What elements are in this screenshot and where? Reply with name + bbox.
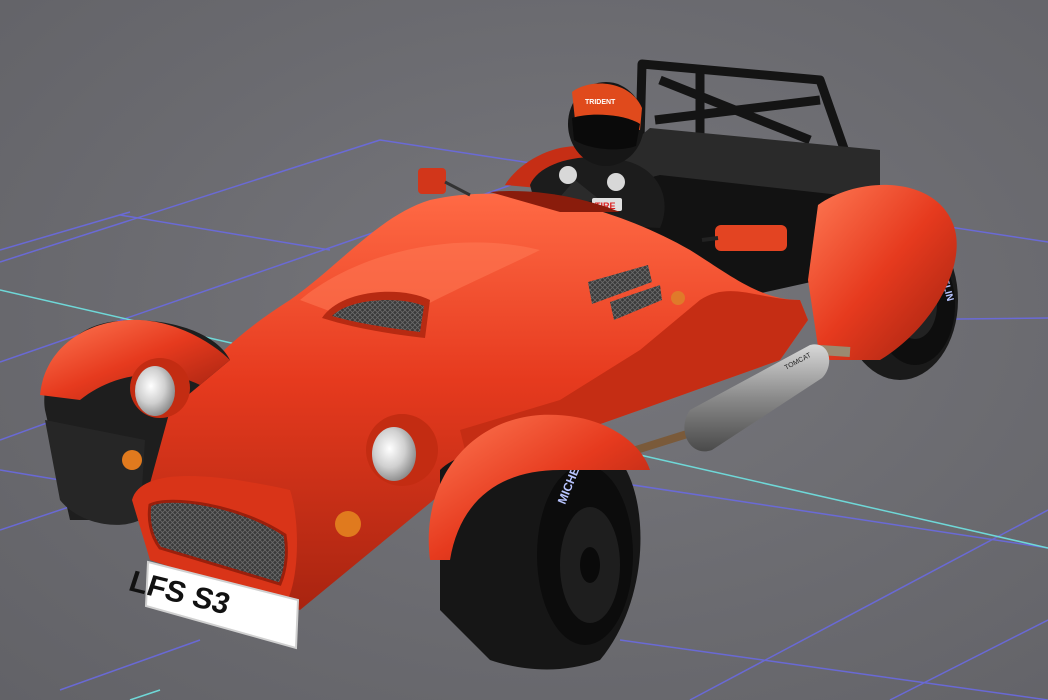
left-headlamp [130, 358, 190, 418]
right-headlamp [366, 414, 438, 486]
right-indicator [335, 511, 361, 537]
car-scene: MICHELIN TIRE TRIDENT [0, 59, 1048, 700]
3d-viewport[interactable]: MICHELIN TIRE TRIDENT [0, 0, 1048, 700]
side-indicator [671, 291, 685, 305]
left-indicator [122, 450, 142, 470]
helmet-brand-text: TRIDENT [585, 99, 616, 106]
left-mirror [418, 168, 471, 197]
